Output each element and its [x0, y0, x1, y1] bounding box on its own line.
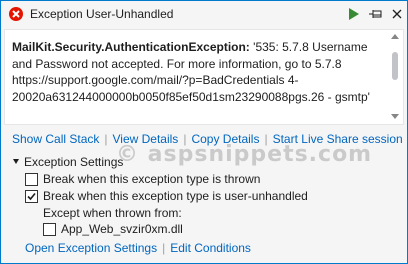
exception-popup: Exception User-Unhandled MailKit.Securit… — [0, 0, 408, 264]
exception-settings-label: Exception Settings — [24, 155, 124, 169]
footer-links: Open Exception Settings | Edit Conditions — [25, 241, 251, 255]
except-when-thrown-label: Except when thrown from: — [43, 206, 182, 220]
scroll-thumb[interactable] — [392, 52, 398, 80]
watermark: © aspsnippets.com — [116, 142, 373, 167]
separator: | — [162, 241, 166, 255]
module-label: App_Web_svzir0xm.dll — [61, 222, 183, 236]
edit-conditions-link[interactable]: Edit Conditions — [170, 241, 251, 255]
scroll-up-icon[interactable] — [391, 34, 399, 39]
exception-type: MailKit.Security.AuthenticationException… — [12, 40, 250, 54]
exception-message: MailKit.Security.AuthenticationException… — [12, 39, 384, 105]
break-unhandled-checkbox[interactable] — [25, 190, 38, 203]
message-scrollbar[interactable] — [387, 30, 403, 124]
open-exception-settings-link[interactable]: Open Exception Settings — [25, 241, 157, 255]
break-unhandled-label: Break when this exception type is user-u… — [43, 189, 308, 203]
exception-message-box: MailKit.Security.AuthenticationException… — [4, 29, 404, 125]
show-call-stack-link[interactable]: Show Call Stack — [12, 132, 99, 146]
module-checkbox[interactable] — [43, 223, 56, 236]
scroll-down-icon[interactable] — [391, 114, 399, 119]
title-bar: Exception User-Unhandled — [1, 1, 407, 28]
break-thrown-checkbox[interactable] — [25, 173, 38, 186]
close-icon[interactable] — [389, 6, 405, 22]
play-icon[interactable] — [346, 6, 362, 22]
separator: | — [104, 132, 108, 146]
window-title: Exception User-Unhandled — [30, 7, 174, 21]
collapse-triangle-icon[interactable] — [13, 159, 19, 164]
exception-icon — [8, 6, 24, 22]
break-thrown-label: Break when this exception type is thrown — [43, 172, 261, 186]
pin-icon[interactable] — [368, 6, 384, 22]
